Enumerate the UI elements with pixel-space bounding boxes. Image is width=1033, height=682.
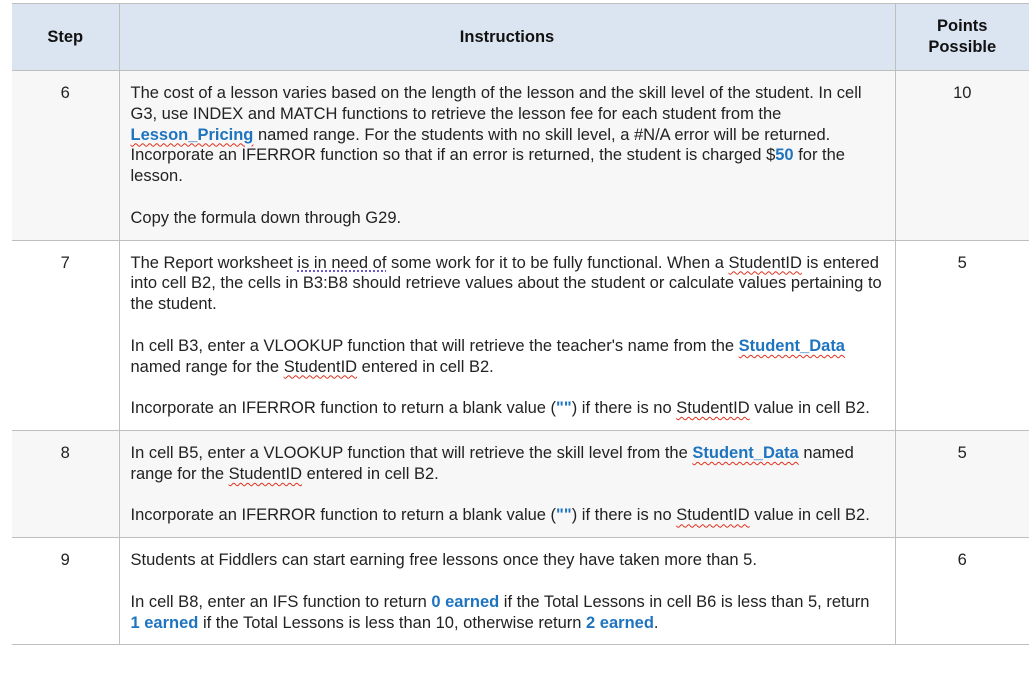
highlight-blank-value: "" <box>556 506 572 525</box>
instruction-cell: Students at Fiddlers can start earning f… <box>118 537 896 646</box>
instruction-text: ) if there is no <box>571 506 677 525</box>
points-value: 6 <box>894 537 1029 646</box>
header-points: Points Possible <box>894 3 1029 71</box>
instruction-paragraph: Incorporate an IFERROR function to retur… <box>131 505 883 526</box>
instruction-text: value in cell B2. <box>749 506 870 525</box>
instruction-text: In cell B3, enter a VLOOKUP function tha… <box>130 336 739 355</box>
instruction-paragraph: In cell B5, enter a VLOOKUP function tha… <box>131 443 883 485</box>
grammar-flag-text: is in need of <box>297 253 387 272</box>
step-number: 6 <box>12 70 120 241</box>
table-row-step-9: 9 Students at Fiddlers can start earning… <box>12 537 1029 646</box>
instruction-text: if the Total Lessons is less than 10, ot… <box>198 613 587 632</box>
table-row-step-7: 7 The Report worksheet is in need of som… <box>12 239 1029 431</box>
table-row-step-6: 6 The cost of a lesson varies based on t… <box>12 70 1029 241</box>
instruction-text: some work for it to be fully functional.… <box>386 253 729 272</box>
header-step: Step <box>12 3 120 71</box>
instruction-text: In cell B5, enter a VLOOKUP function tha… <box>130 443 693 462</box>
instruction-paragraph: Incorporate an IFERROR function to retur… <box>131 398 883 419</box>
spelling-flag-studentid: StudentID <box>228 464 303 483</box>
spelling-flag-studentid: StudentID <box>676 506 750 525</box>
named-range-lesson-pricing: Lesson_Pricing <box>130 125 254 144</box>
spelling-flag-studentid: StudentID <box>283 357 358 376</box>
step-number: 7 <box>12 239 120 431</box>
highlight-0-earned: 0 earned <box>431 592 500 611</box>
instruction-paragraph: Copy the formula down through G29. <box>130 208 402 227</box>
step-number: 8 <box>12 429 120 539</box>
instruction-cell: The Report worksheet is in need of some … <box>118 239 896 431</box>
spelling-flag-studentid: StudentID <box>728 253 802 272</box>
step-number: 9 <box>12 537 120 646</box>
points-value: 10 <box>894 70 1029 241</box>
highlight-amount: 50 <box>775 146 794 165</box>
header-instructions: Instructions <box>118 3 896 71</box>
instruction-text: In cell B8, enter an IFS function to ret… <box>130 592 432 611</box>
instruction-text: Incorporate an IFERROR function to retur… <box>130 399 557 418</box>
instruction-text: The cost of a lesson varies based on the… <box>130 84 862 123</box>
instruction-paragraph: The Report worksheet is in need of some … <box>131 253 883 315</box>
header-points-label: Points Possible <box>928 17 997 56</box>
instruction-text: Incorporate an IFERROR function to retur… <box>130 506 557 525</box>
instruction-paragraph: Students at Fiddlers can start earning f… <box>130 551 757 570</box>
instructions-table: Step Instructions Points Possible 6 The … <box>12 3 1029 646</box>
header-row: Step Instructions Points Possible <box>12 3 1029 71</box>
instruction-paragraph: The cost of a lesson varies based on the… <box>131 83 883 187</box>
instruction-cell: In cell B5, enter a VLOOKUP function tha… <box>118 429 896 539</box>
instruction-text: if the Total Lessons in cell B6 is less … <box>499 592 870 611</box>
named-range-student-data: Student_Data <box>692 443 799 462</box>
points-value: 5 <box>894 429 1029 539</box>
instruction-cell: The cost of a lesson varies based on the… <box>118 70 896 241</box>
spelling-flag-studentid: StudentID <box>676 399 750 418</box>
highlight-blank-value: "" <box>556 399 572 418</box>
highlight-2-earned: 2 earned <box>586 613 654 632</box>
instruction-paragraph: In cell B3, enter a VLOOKUP function tha… <box>131 336 883 378</box>
highlight-1-earned: 1 earned <box>130 613 199 632</box>
instruction-text: ) if there is no <box>571 399 677 418</box>
instruction-text: named range for the <box>130 357 284 376</box>
instruction-text: The Report worksheet <box>130 253 298 272</box>
instruction-paragraph: In cell B8, enter an IFS function to ret… <box>131 592 883 634</box>
instruction-text: . <box>653 613 659 632</box>
named-range-student-data: Student_Data <box>738 336 845 355</box>
points-value: 5 <box>894 239 1029 431</box>
instruction-text: value in cell B2. <box>749 399 870 418</box>
table-row-step-8: 8 In cell B5, enter a VLOOKUP function t… <box>12 429 1029 539</box>
instruction-text: entered in cell B2. <box>357 357 494 376</box>
instruction-text: entered in cell B2. <box>302 464 439 483</box>
